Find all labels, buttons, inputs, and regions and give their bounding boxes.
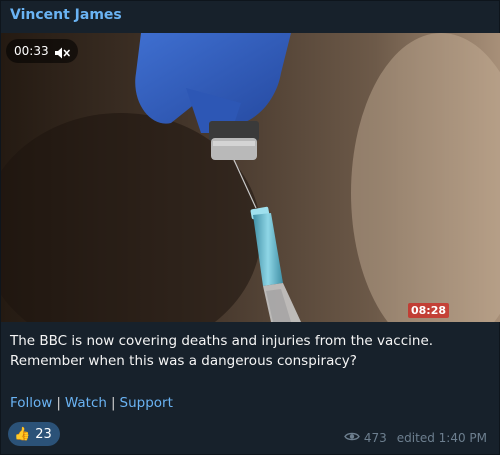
video-player[interactable] — [1, 33, 500, 322]
video-time-badge[interactable]: 00:33 — [6, 39, 78, 63]
channel-post: Vincent James 00:33 08:28 The BBC is now… — [0, 0, 500, 455]
message-line-1: The BBC is now covering deaths and injur… — [10, 333, 434, 349]
post-links: Follow | Watch | Support — [10, 395, 173, 411]
post-author[interactable]: Vincent James — [10, 7, 122, 23]
mute-icon[interactable] — [54, 44, 70, 59]
post-meta: 473 edited 1:40 PM — [344, 431, 487, 445]
follow-link[interactable]: Follow — [10, 395, 52, 411]
reaction-thumbs-up[interactable]: 👍 23 — [8, 422, 60, 446]
link-separator: | — [110, 395, 116, 411]
link-separator: | — [56, 395, 61, 411]
video-overlay-timestamp: 08:28 — [408, 303, 450, 318]
view-count: 473 — [363, 431, 387, 445]
watch-link[interactable]: Watch — [65, 395, 107, 411]
post-message: The BBC is now covering deaths and injur… — [10, 331, 490, 371]
reaction-count: 23 — [35, 426, 52, 442]
video-frame — [1, 33, 500, 322]
message-line-2: Remember when this was a dangerous consp… — [10, 353, 357, 369]
eye-icon — [344, 431, 360, 445]
thumbs-up-icon: 👍 — [14, 426, 31, 442]
video-elapsed-time: 00:33 — [14, 44, 49, 58]
support-link[interactable]: Support — [120, 395, 173, 411]
edited-timestamp: edited 1:40 PM — [396, 431, 487, 445]
